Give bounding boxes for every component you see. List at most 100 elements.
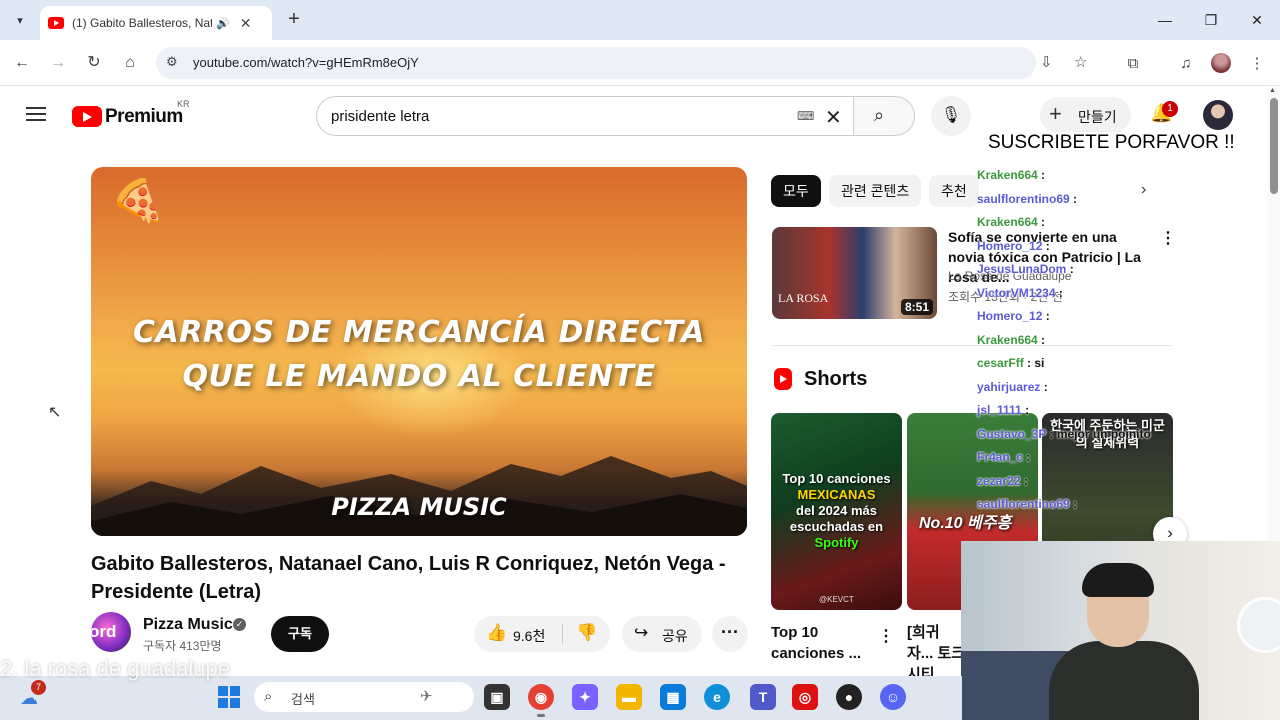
teams-icon[interactable]: T bbox=[750, 684, 776, 710]
keyboard-icon[interactable]: ⌨ bbox=[797, 109, 814, 123]
home-icon[interactable]: ⌂ bbox=[118, 51, 142, 75]
video-player[interactable]: 🍕 CARROS DE MERCANCÍA DIRECTA QUE LE MAN… bbox=[91, 167, 747, 536]
youtube-brand[interactable]: Premium bbox=[105, 106, 183, 128]
create-button[interactable]: + 만들기 bbox=[1040, 97, 1131, 133]
extensions-icon[interactable]: ⧉ bbox=[1122, 53, 1144, 75]
chat-username: saulflorentino69 bbox=[977, 191, 1070, 206]
chat-separator: : bbox=[1037, 332, 1046, 347]
stream-caption: 2. la rosa de guadalupe bbox=[0, 656, 230, 681]
bookmark-star-icon[interactable]: ☆ bbox=[1074, 53, 1087, 71]
back-arrow-icon[interactable]: ← bbox=[10, 51, 34, 75]
chat-username: Kraken664 bbox=[977, 215, 1038, 229]
minimize-button[interactable]: — bbox=[1150, 8, 1180, 32]
chat-message: Kraken664 : bbox=[977, 168, 1045, 182]
youtube-logo-icon[interactable] bbox=[72, 106, 102, 127]
window-close-button[interactable]: ✕ bbox=[1242, 8, 1272, 32]
chat-username: Kraken664 bbox=[977, 168, 1038, 182]
chat-username: cesarFff bbox=[977, 356, 1024, 370]
url-text[interactable]: youtube.com/watch?v=gHEmRm8eOjY bbox=[193, 55, 419, 70]
channel-avatar[interactable]: ord bbox=[91, 612, 131, 652]
chat-message: cesarFff : si bbox=[977, 356, 1044, 370]
install-app-icon[interactable]: ⇩ bbox=[1040, 53, 1053, 71]
thumbnail-brand: LA ROSA bbox=[778, 291, 829, 305]
recommended-video-thumbnail[interactable]: LA ROSA 8:51 bbox=[772, 227, 937, 319]
chat-message: saulflorentino69 : bbox=[977, 497, 1077, 511]
chat-message: Homero_12 : bbox=[977, 239, 1050, 253]
media-control-icon[interactable]: ♫ bbox=[1175, 53, 1197, 75]
chrome-icon[interactable]: ◉ bbox=[528, 684, 554, 710]
search-icon: ⌕ bbox=[874, 105, 885, 125]
like-thumb-up-icon[interactable]: 👍 bbox=[486, 623, 507, 643]
subscribe-button[interactable]: 구독 bbox=[271, 616, 329, 652]
recommended-more-icon[interactable]: ⋮ bbox=[1160, 228, 1176, 248]
recorder-icon[interactable]: ◎ bbox=[792, 684, 818, 710]
short-card-1[interactable]: Top 10 canciones MEXICANAS del 2024 más … bbox=[771, 413, 902, 610]
chat-text: mejor un poinito bbox=[1056, 426, 1151, 441]
chat-separator: : bbox=[1066, 262, 1074, 276]
like-count[interactable]: 9.6천 bbox=[513, 626, 545, 646]
short-1-line-3: del 2024 más escuchadas en bbox=[789, 503, 884, 534]
search-highlight-art-icon: ✈ bbox=[420, 688, 433, 705]
chat-username: Homero_12 bbox=[977, 309, 1043, 323]
new-tab-button[interactable]: + bbox=[282, 8, 306, 32]
subscriber-count: 구독자 413만명 bbox=[143, 639, 222, 653]
browser-tab[interactable]: (1) Gabito Ballesteros, Natanael Cano 🔊 … bbox=[40, 6, 272, 40]
forward-arrow-icon[interactable]: → bbox=[46, 51, 70, 75]
task-view-icon[interactable]: ▣ bbox=[484, 684, 510, 710]
microsoft-store-icon[interactable]: ▦ bbox=[660, 684, 686, 710]
reload-icon[interactable]: ↻ bbox=[82, 51, 106, 75]
copilot-icon[interactable]: ✦ bbox=[572, 684, 598, 710]
chat-message: Kraken664 : bbox=[977, 333, 1045, 347]
short-1-caption[interactable]: Top 10 canciones ... bbox=[771, 622, 881, 664]
scroll-up-arrow-icon[interactable]: ▲ bbox=[1269, 87, 1276, 94]
webcam-person-hair bbox=[1082, 563, 1154, 597]
share-button[interactable]: ↪ 공유 bbox=[622, 616, 702, 652]
taskbar-search[interactable]: ⌕ 검색 ✈ bbox=[254, 682, 474, 712]
obs-icon[interactable]: ● bbox=[836, 684, 862, 710]
short-1-line-4: Spotify bbox=[814, 535, 859, 550]
discord-icon[interactable]: ☺ bbox=[880, 684, 906, 710]
chat-separator: : bbox=[1042, 238, 1050, 253]
edge-icon[interactable]: e bbox=[704, 684, 730, 710]
plus-icon: + bbox=[1049, 101, 1062, 126]
site-info-icon[interactable]: ⚙ bbox=[166, 54, 178, 70]
short-1-line-2: MEXICANAS bbox=[797, 487, 876, 502]
file-explorer-icon[interactable]: ▬ bbox=[616, 684, 642, 710]
create-label: 만들기 bbox=[1078, 109, 1117, 125]
chips-next-chevron-icon[interactable]: › bbox=[1141, 181, 1146, 199]
dislike-thumb-down-icon[interactable]: 👎 bbox=[576, 623, 597, 643]
windows-start-icon[interactable] bbox=[218, 686, 240, 708]
chip-related[interactable]: 관련 콘텐츠 bbox=[829, 175, 922, 207]
chat-separator: : bbox=[1023, 450, 1031, 464]
short-2-overlay: No.10 베주흥 bbox=[919, 515, 1012, 532]
address-bar[interactable]: ⚙ youtube.com/watch?v=gHEmRm8eOjY ⇩ ☆ bbox=[156, 47, 1087, 79]
search-query[interactable]: prisidente letra bbox=[331, 108, 429, 125]
chip-recommended[interactable]: 추천 bbox=[929, 175, 979, 207]
chat-message: yahirjuarez : bbox=[977, 380, 1048, 394]
chat-username: Homero_12 bbox=[977, 238, 1043, 253]
chip-all[interactable]: 모두 bbox=[771, 175, 821, 207]
channel-avatar-text: ord bbox=[91, 622, 117, 641]
speaker-icon[interactable]: 🔊 bbox=[216, 17, 230, 30]
video-duration: 8:51 bbox=[900, 299, 933, 315]
account-avatar[interactable] bbox=[1203, 100, 1233, 130]
short-1-more-icon[interactable]: ⋮ bbox=[878, 626, 894, 646]
tab-search-chevron-icon[interactable]: ▾ bbox=[8, 8, 32, 32]
page-scrollbar-thumb[interactable] bbox=[1270, 98, 1278, 194]
chat-separator: : bbox=[1069, 497, 1078, 511]
restore-button[interactable]: ❐ bbox=[1196, 8, 1226, 32]
clear-search-icon[interactable]: ✕ bbox=[825, 105, 842, 130]
more-actions-button[interactable]: ··· bbox=[712, 616, 748, 652]
browser-menu-icon[interactable]: ⋮ bbox=[1246, 53, 1268, 75]
voice-search-mic-icon[interactable]: 🎙 bbox=[931, 96, 971, 136]
section-divider bbox=[772, 345, 1172, 346]
tab-close-icon[interactable]: ✕ bbox=[240, 15, 252, 32]
hamburger-menu-icon[interactable] bbox=[26, 107, 46, 121]
chat-message: Kraken664 : bbox=[977, 215, 1045, 229]
channel-name[interactable]: Pizza Music bbox=[143, 616, 233, 634]
chat-separator: : bbox=[1020, 473, 1028, 488]
search-input[interactable]: prisidente letra ⌨ ✕ bbox=[316, 96, 854, 136]
browser-profile-avatar[interactable] bbox=[1211, 53, 1231, 73]
chat-separator: : bbox=[1023, 356, 1035, 370]
search-button[interactable]: ⌕ bbox=[853, 96, 915, 136]
